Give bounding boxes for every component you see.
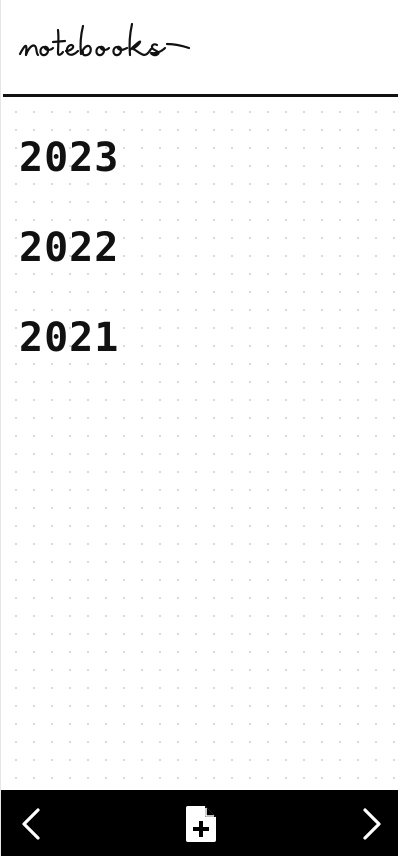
year-item-2021[interactable]: 2021 xyxy=(19,316,119,361)
bottom-toolbar xyxy=(1,790,398,856)
file-plus-icon[interactable] xyxy=(182,804,218,844)
chevron-left-icon[interactable] xyxy=(17,806,47,842)
app-title: notebooks xyxy=(17,18,23,19)
year-item-2022[interactable]: 2022 xyxy=(19,226,119,271)
notebook-year-list: 2023 2022 2021 xyxy=(19,136,119,406)
app-header: notebooks xyxy=(1,0,398,97)
year-item-2023[interactable]: 2023 xyxy=(19,136,119,181)
app-frame: notebooks 2023 2022 2021 xyxy=(0,0,398,856)
app-title-logo: notebooks xyxy=(17,18,191,57)
chevron-right-icon[interactable] xyxy=(356,806,386,842)
